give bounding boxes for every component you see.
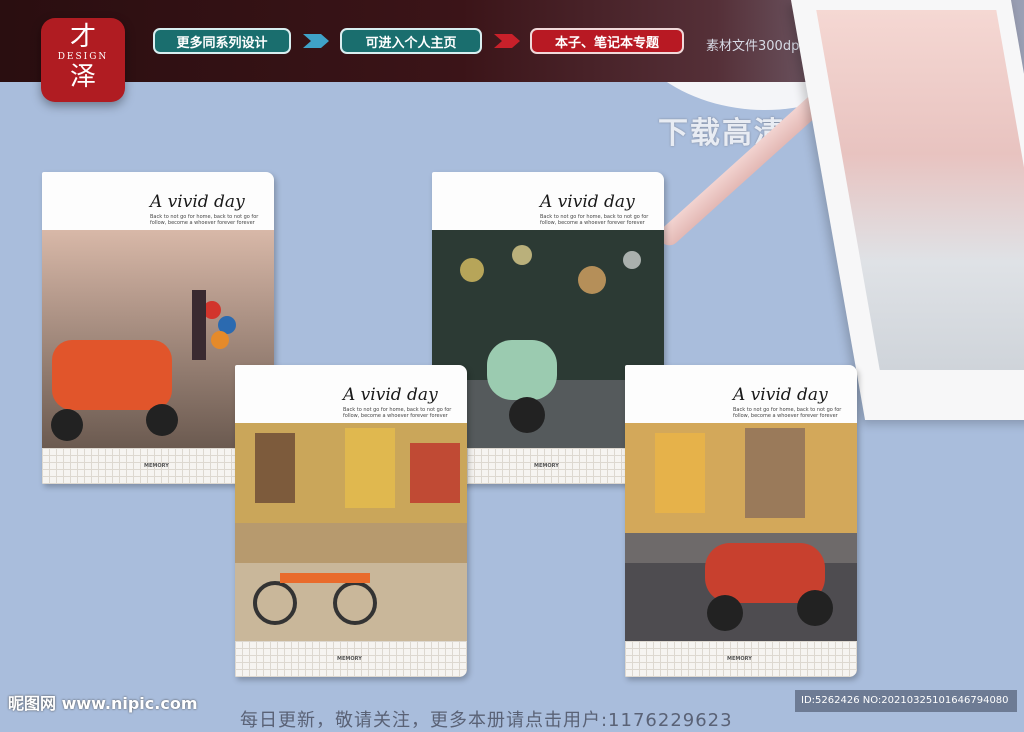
notebook-memory-label: MEMORY <box>534 463 559 469</box>
notebook-title: A vivid day <box>733 385 828 405</box>
logo-design-text: DESIGN <box>57 52 109 62</box>
notebook-subtitle: Back to not go for home, back to not go … <box>733 407 842 419</box>
arrow-right-icon <box>303 34 329 48</box>
notebook-title: A vivid day <box>343 385 438 405</box>
resolution-label: 素材文件300dpi <box>706 39 803 54</box>
logo-char-top: 才 <box>69 22 96 52</box>
logo-char-bottom: 泽 <box>69 62 96 92</box>
notebook-memory-label: MEMORY <box>144 463 169 469</box>
notebook-card[interactable]: A vivid day Back to not go for home, bac… <box>235 365 467 677</box>
personal-homepage-button[interactable]: 可进入个人主页 <box>340 28 482 54</box>
image-id-label: ID:5262426 NO:20210325101646794080 <box>795 690 1017 712</box>
notebook-memory-label: MEMORY <box>727 656 752 662</box>
notebook-photo <box>235 423 467 641</box>
notebook-subtitle: Back to not go for home, back to not go … <box>540 214 649 226</box>
notebook-title: A vivid day <box>150 192 245 212</box>
notebook-subtitle: Back to not go for home, back to not go … <box>343 407 452 419</box>
notebook-topic-button[interactable]: 本子、笔记本专题 <box>530 28 684 54</box>
brand-logo[interactable]: 才 DESIGN 泽 <box>41 18 125 102</box>
footer-notice: 每日更新，敬请关注，更多本册请点击用户:1176229623 <box>240 710 733 731</box>
notebook-card[interactable]: A vivid day Back to not go for home, bac… <box>625 365 857 677</box>
notebook-subtitle: Back to not go for home, back to not go … <box>150 214 259 226</box>
arrow-right-icon <box>494 34 520 48</box>
notebook-title: A vivid day <box>540 192 635 212</box>
notebook-photo <box>625 423 857 641</box>
watermark-text: 昵图网 www.nipic.com <box>8 694 198 713</box>
more-series-button[interactable]: 更多同系列设计 <box>153 28 291 54</box>
notebook-memory-label: MEMORY <box>337 656 362 662</box>
